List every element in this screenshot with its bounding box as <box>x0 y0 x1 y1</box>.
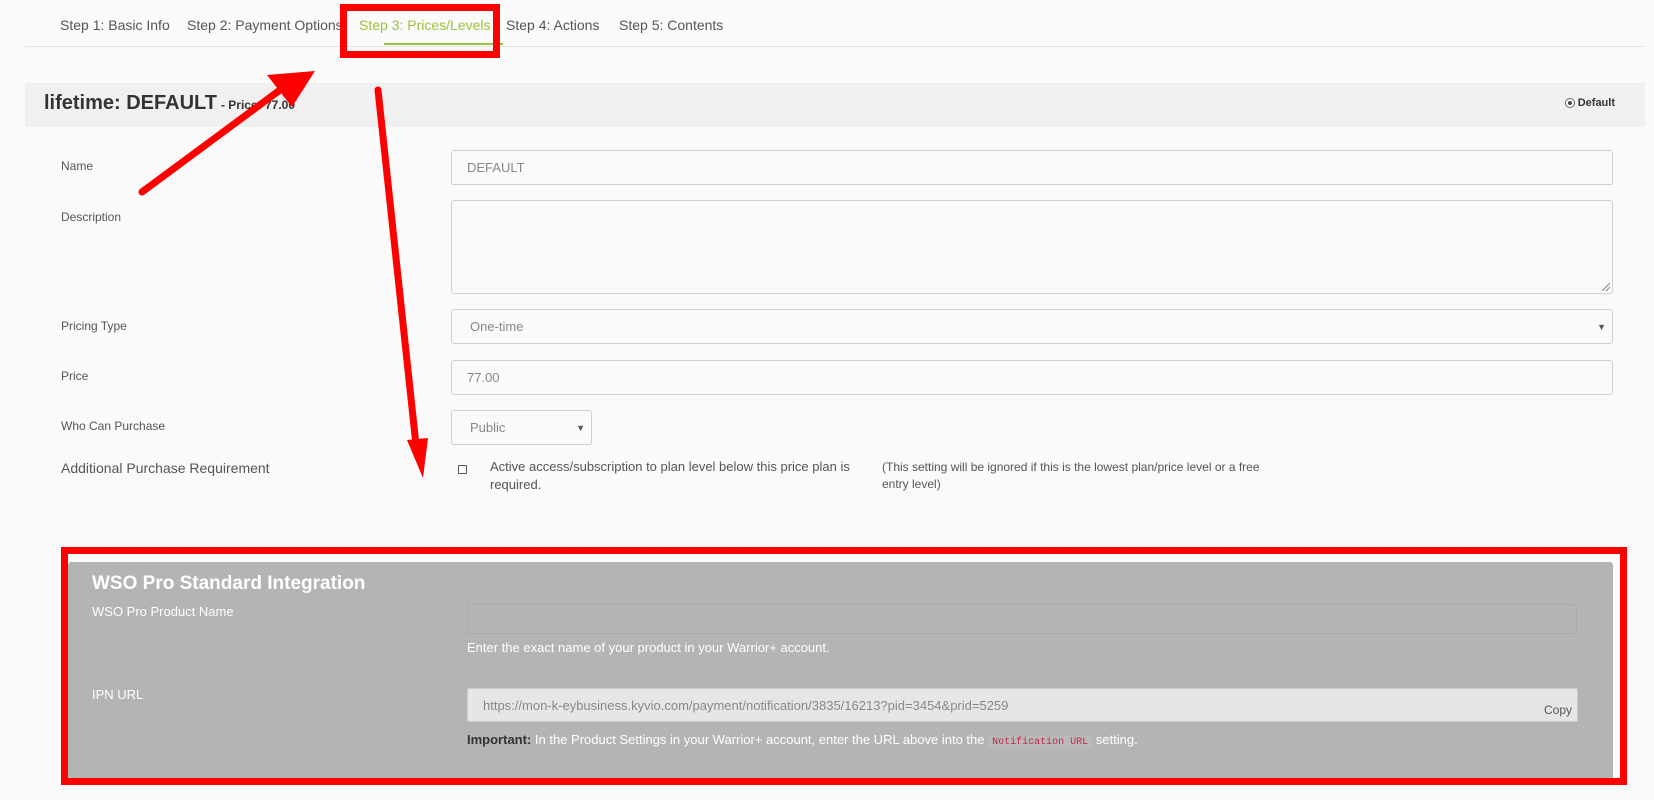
important-prefix: Important: <box>467 732 532 747</box>
active-tab-indicator <box>384 43 503 45</box>
wso-panel-title: WSO Pro Standard Integration <box>92 573 366 594</box>
additional-req-label: Additional Purchase Requirement <box>61 460 270 476</box>
tab-contents[interactable]: Step 5: Contents <box>619 17 723 33</box>
pricing-type-select[interactable]: One-time ▼ <box>451 309 1613 344</box>
wso-integration-panel: WSO Pro Standard Integration WSO Pro Pro… <box>68 562 1613 782</box>
pricing-type-value: One-time <box>470 319 524 334</box>
ipn-url-label: IPN URL <box>92 687 144 702</box>
important-text: In the Product Settings in your Warrior+… <box>534 732 985 747</box>
additional-req-text: Active access/subscription to plan level… <box>490 459 850 492</box>
default-radio[interactable]: Default <box>1564 97 1615 109</box>
chevron-down-icon: ▼ <box>1597 321 1606 332</box>
arrow-to-panel <box>374 86 420 449</box>
name-label: Name <box>61 159 94 173</box>
price-label: Price <box>61 369 89 383</box>
ipn-url-field[interactable]: https://mon-k-eybusiness.kyvio.com/payme… <box>467 688 1578 722</box>
price-input[interactable]: 77.00 <box>451 360 1613 395</box>
tab-payment-options[interactable]: Step 2: Payment Options <box>187 17 343 33</box>
tab-actions[interactable]: Step 4: Actions <box>506 17 599 33</box>
who-can-purchase-label: Who Can Purchase <box>61 419 166 433</box>
additional-req-note: (This setting will be ignored if this is… <box>882 460 1260 491</box>
tab-prices-levels[interactable]: Step 3: Prices/Levels <box>359 17 491 33</box>
tab-basic-info[interactable]: Step 1: Basic Info <box>60 17 170 33</box>
arrow-to-panel-head <box>407 438 428 478</box>
who-can-purchase-select[interactable]: Public ▼ <box>451 410 592 445</box>
wizard-tabs: Step 1: Basic Info Step 2: Payment Optio… <box>25 0 1645 47</box>
resize-grip-icon[interactable] <box>1602 283 1610 291</box>
chevron-down-icon: ▼ <box>576 422 585 433</box>
description-label: Description <box>61 210 122 224</box>
level-price: - Price: 77.00 <box>220 98 296 112</box>
level-title-text: lifetime: DEFAULT <box>44 92 217 114</box>
pricing-type-label: Pricing Type <box>61 319 127 333</box>
additional-req-checkbox[interactable] <box>458 465 467 474</box>
wso-product-name-input[interactable] <box>467 604 1577 634</box>
description-textarea[interactable] <box>451 200 1613 294</box>
important-suffix: setting. <box>1095 732 1138 747</box>
level-header: lifetime: DEFAULT - Price: 77.00 Default <box>25 83 1645 127</box>
ipn-important-note: Important: In the Product Settings in yo… <box>467 732 1138 749</box>
default-radio-label: Default <box>1577 97 1615 109</box>
radio-icon[interactable] <box>1564 98 1575 108</box>
ipn-url-value: https://mon-k-eybusiness.kyvio.com/payme… <box>483 697 1009 713</box>
copy-button[interactable]: Copy <box>1544 703 1572 717</box>
level-title: lifetime: DEFAULT - Price: 77.00 <box>44 92 295 115</box>
who-can-purchase-value: Public <box>470 420 506 435</box>
notification-url-code: Notification URL <box>988 736 1093 749</box>
wso-product-name-label: WSO Pro Product Name <box>92 604 234 619</box>
name-input[interactable]: DEFAULT <box>451 150 1613 185</box>
wso-product-name-help: Enter the exact name of your product in … <box>467 640 830 655</box>
